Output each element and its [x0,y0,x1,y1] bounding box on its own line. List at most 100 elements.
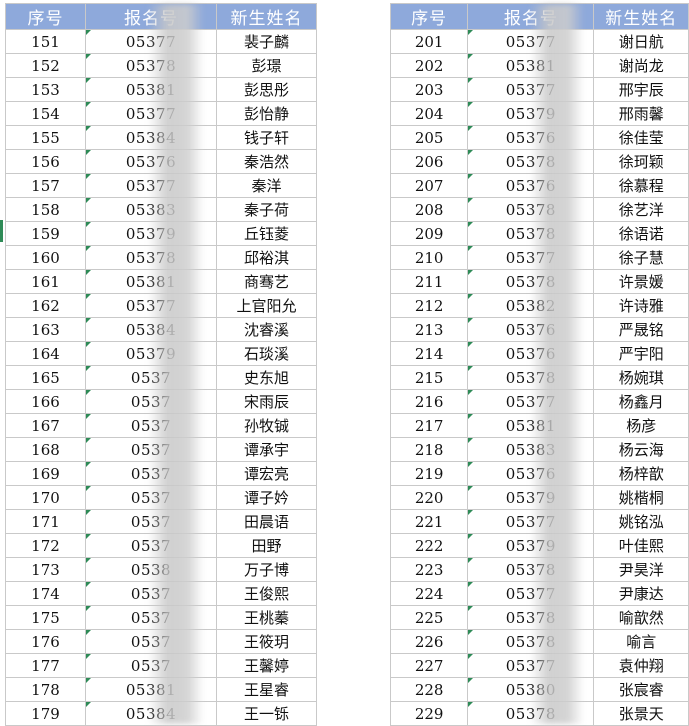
cell-name[interactable]: 张景天 [593,701,689,726]
cell-reg[interactable]: 05384 [85,317,217,342]
cell-seq[interactable]: 169 [5,461,86,486]
cell-name[interactable]: 丘钰菱 [216,221,317,246]
cell-reg[interactable]: 05378 [467,701,595,726]
cell-seq[interactable]: 208 [389,197,469,222]
cell-name[interactable]: 尹昊洋 [593,557,689,582]
cell-seq[interactable]: 167 [5,413,86,438]
cell-name[interactable]: 秦浩然 [216,149,317,174]
cell-name[interactable]: 裴子麟 [216,29,317,54]
cell-name[interactable]: 杨鑫月 [593,389,689,414]
cell-name[interactable]: 徐佳莹 [593,125,689,150]
cell-name[interactable]: 王馨婷 [216,653,317,678]
cell-reg[interactable]: 0537 [85,653,217,678]
cell-seq[interactable]: 221 [389,509,469,534]
cell-seq[interactable]: 207 [389,173,469,198]
cell-seq[interactable]: 204 [389,101,469,126]
cell-reg[interactable]: 05382 [467,293,595,318]
cell-seq[interactable]: 202 [389,53,469,78]
cell-name[interactable]: 尹康达 [593,581,689,606]
cell-seq[interactable]: 176 [5,629,86,654]
cell-name[interactable]: 姚楷桐 [593,485,689,510]
cell-name[interactable]: 姚铭泓 [593,509,689,534]
cell-reg[interactable]: 05379 [85,341,217,366]
cell-reg[interactable]: 05378 [467,269,595,294]
cell-name[interactable]: 谢尚龙 [593,53,689,78]
cell-name[interactable]: 邢宇辰 [593,77,689,102]
cell-name[interactable]: 徐慕程 [593,173,689,198]
cell-name[interactable]: 严晟铭 [593,317,689,342]
cell-reg[interactable]: 05383 [467,437,595,462]
cell-name[interactable]: 史东旭 [216,365,317,390]
cell-seq[interactable]: 174 [5,581,86,606]
cell-reg[interactable]: 05377 [467,509,595,534]
cell-seq[interactable]: 155 [5,125,86,150]
cell-reg[interactable]: 05377 [467,389,595,414]
cell-reg[interactable]: 05381 [85,269,217,294]
cell-reg[interactable]: 05381 [85,677,217,702]
cell-seq[interactable]: 215 [389,365,469,390]
cell-reg[interactable]: 0537 [85,389,217,414]
cell-seq[interactable]: 224 [389,581,469,606]
cell-name[interactable]: 王俊熙 [216,581,317,606]
cell-seq[interactable]: 223 [389,557,469,582]
cell-seq[interactable]: 212 [389,293,469,318]
cell-reg[interactable]: 0537 [85,413,217,438]
cell-reg[interactable]: 05378 [85,245,217,270]
cell-name[interactable]: 徐艺洋 [593,197,689,222]
cell-reg[interactable]: 05378 [467,221,595,246]
cell-seq[interactable]: 170 [5,485,86,510]
cell-seq[interactable]: 154 [5,101,86,126]
cell-reg[interactable]: 05378 [85,53,217,78]
cell-reg[interactable]: 05379 [85,221,217,246]
cell-reg[interactable]: 05380 [467,677,595,702]
cell-seq[interactable]: 152 [5,53,86,78]
cell-seq[interactable]: 227 [389,653,469,678]
cell-seq[interactable]: 162 [5,293,86,318]
cell-name[interactable]: 喻言 [593,629,689,654]
cell-name[interactable]: 孙牧铖 [216,413,317,438]
cell-name[interactable]: 商骞艺 [216,269,317,294]
cell-reg[interactable]: 05379 [467,533,595,558]
cell-seq[interactable]: 166 [5,389,86,414]
header-name[interactable]: 新生姓名 [593,3,689,30]
cell-reg[interactable]: 05377 [467,653,595,678]
cell-seq[interactable]: 219 [389,461,469,486]
cell-name[interactable]: 谭子妗 [216,485,317,510]
cell-reg[interactable]: 0537 [85,629,217,654]
cell-name[interactable]: 叶佳熙 [593,533,689,558]
cell-reg[interactable]: 05378 [467,629,595,654]
cell-reg[interactable]: 05377 [85,29,217,54]
header-seq[interactable]: 序号 [5,3,86,30]
cell-name[interactable]: 彭璟 [216,53,317,78]
cell-reg[interactable]: 05378 [467,197,595,222]
cell-seq[interactable]: 153 [5,77,86,102]
cell-reg[interactable]: 05377 [467,77,595,102]
cell-reg[interactable]: 0537 [85,461,217,486]
cell-reg[interactable]: 0538 [85,557,217,582]
cell-name[interactable]: 杨彦 [593,413,689,438]
cell-seq[interactable]: 225 [389,605,469,630]
cell-seq[interactable]: 164 [5,341,86,366]
cell-name[interactable]: 杨云海 [593,437,689,462]
cell-reg[interactable]: 05378 [467,149,595,174]
cell-reg[interactable]: 05376 [467,341,595,366]
cell-seq[interactable]: 171 [5,509,86,534]
cell-reg[interactable]: 05378 [467,605,595,630]
cell-seq[interactable]: 175 [5,605,86,630]
cell-seq[interactable]: 220 [389,485,469,510]
cell-seq[interactable]: 160 [5,245,86,270]
cell-seq[interactable]: 214 [389,341,469,366]
cell-name[interactable]: 秦子荷 [216,197,317,222]
cell-name[interactable]: 王桃蓁 [216,605,317,630]
cell-reg[interactable]: 05377 [467,245,595,270]
cell-seq[interactable]: 216 [389,389,469,414]
cell-seq[interactable]: 159 [5,221,86,246]
cell-seq[interactable]: 177 [5,653,86,678]
cell-seq[interactable]: 165 [5,365,86,390]
cell-name[interactable]: 谢日航 [593,29,689,54]
cell-name[interactable]: 许景媛 [593,269,689,294]
cell-name[interactable]: 王星睿 [216,677,317,702]
cell-seq[interactable]: 209 [389,221,469,246]
cell-name[interactable]: 杨梓歆 [593,461,689,486]
cell-reg[interactable]: 05377 [467,29,595,54]
